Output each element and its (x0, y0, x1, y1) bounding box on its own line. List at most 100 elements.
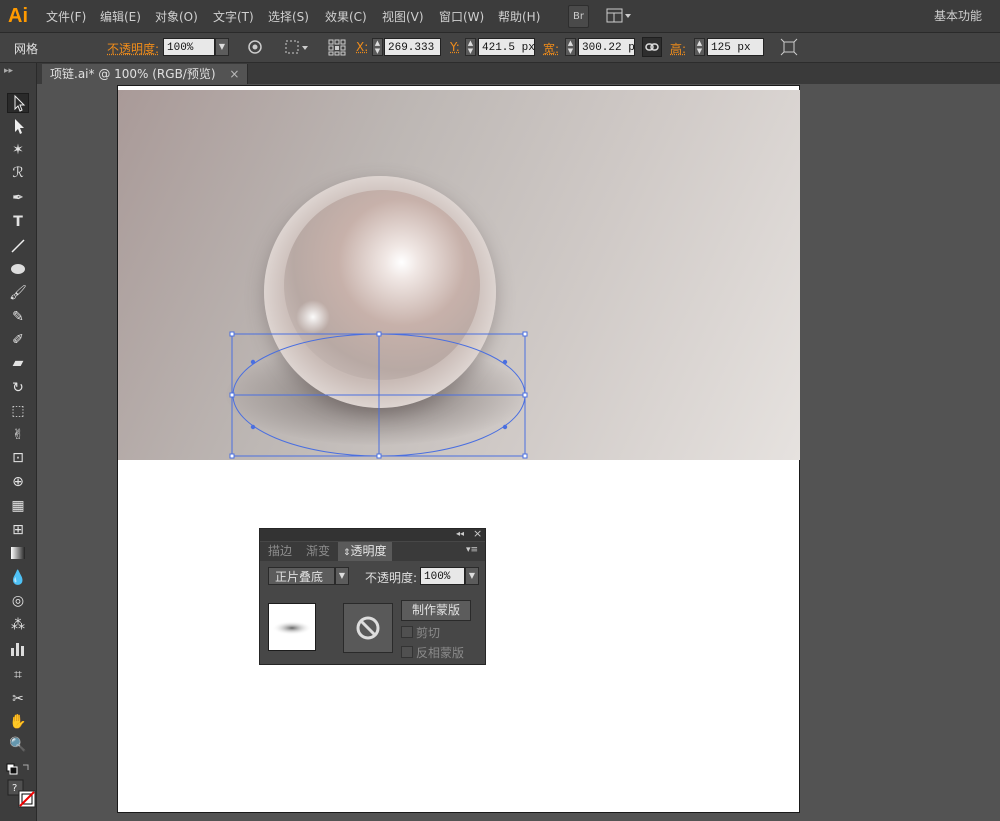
paintbrush-tool[interactable]: 🖌 (7, 283, 29, 303)
selection-tool[interactable] (7, 93, 29, 113)
handle-top (376, 331, 382, 337)
tab-transparency[interactable]: ⇕透明度 (338, 542, 392, 561)
app-logo: Ai (0, 0, 36, 32)
width-field[interactable]: 300.22 p: (578, 38, 635, 56)
close-icon[interactable]: × (229, 67, 239, 81)
clip-checkbox[interactable] (401, 626, 413, 638)
document-tab[interactable]: 项链.ai* @ 100% (RGB/预览) × (42, 64, 249, 84)
menu-effect[interactable]: 效果(C) (325, 8, 367, 25)
column-graph-tool[interactable] (7, 640, 29, 660)
blend-icon: ◎ (11, 593, 25, 609)
mesh-icon: ⊞ (12, 522, 24, 538)
menu-window[interactable]: 窗口(W) (439, 8, 484, 25)
menu-view[interactable]: 视图(V) (382, 8, 424, 25)
lasso-tool[interactable]: ℛ (7, 163, 29, 183)
warp-tool[interactable]: ✌ (7, 425, 29, 445)
artboard-tool[interactable]: ⌗ (7, 665, 29, 685)
free-transform-tool[interactable]: ⊡ (7, 448, 29, 468)
pearl-highlight (296, 300, 330, 334)
column-graph-icon (11, 643, 24, 656)
blend-mode-select[interactable]: 正片叠底 (268, 567, 335, 585)
handle-top-right (522, 331, 528, 337)
perspective-grid-tool[interactable]: ▦ (7, 496, 29, 516)
slice-tool[interactable]: ✂ (7, 689, 29, 709)
handle-bottom (376, 453, 382, 459)
perspective-grid-icon: ▦ (11, 498, 25, 514)
pen-tool[interactable]: ✒ (7, 188, 29, 208)
transform-button[interactable] (780, 38, 798, 56)
invert-mask-checkbox[interactable] (401, 646, 413, 658)
lasso-icon: ℛ (12, 165, 24, 181)
scale-icon: ⬚ (11, 403, 25, 419)
symbol-sprayer-tool[interactable]: ⁂ (7, 615, 29, 635)
tools-collapse-icon[interactable]: ▸▸ (4, 66, 13, 76)
mesh-tool[interactable]: ⊞ (7, 520, 29, 540)
constrain-proportions-button[interactable] (642, 37, 662, 57)
blend-mode-dropdown[interactable]: ▼ (335, 567, 349, 585)
type-tool[interactable]: T (7, 212, 29, 232)
direct-arrow-icon (15, 119, 24, 134)
selection-style-button[interactable] (284, 38, 310, 56)
panel-header[interactable] (260, 529, 485, 541)
line-tool[interactable] (7, 237, 29, 257)
height-stepper[interactable]: ▲ ▼ (694, 38, 705, 56)
line-icon (11, 239, 25, 253)
y-label: Y: (450, 40, 460, 54)
opacity-label[interactable]: 不透明度: (107, 40, 159, 57)
workspace-switcher[interactable]: 基本功能 (934, 7, 982, 24)
recolor-icon (248, 40, 262, 54)
direct-selection-tool[interactable] (7, 117, 29, 137)
y-field[interactable]: 421.5 px (478, 38, 535, 56)
default-colors-button[interactable] (5, 762, 31, 776)
scale-tool[interactable]: ⬚ (7, 401, 29, 421)
mask-thumbnail[interactable] (343, 603, 393, 653)
tab-stroke[interactable]: 描边 (263, 542, 297, 561)
rotate-tool[interactable]: ↻ (7, 378, 29, 398)
arrow-icon (14, 94, 26, 112)
pencil-tool[interactable]: ✎ (7, 307, 29, 327)
handle-bottom-left (229, 453, 235, 459)
shape-builder-tool[interactable]: ⊕ (7, 472, 29, 492)
gradient-tool[interactable] (7, 544, 29, 564)
menu-select[interactable]: 选择(S) (268, 8, 309, 25)
panel-close-button[interactable]: × (473, 527, 482, 540)
panel-menu-button[interactable]: ▾≡ (466, 545, 478, 555)
fill-stroke-swatches[interactable]: ? (7, 779, 37, 809)
opacity-field[interactable]: 100% (163, 38, 215, 56)
selection-bounding-box[interactable] (228, 330, 530, 460)
object-thumbnail[interactable] (268, 603, 316, 651)
blob-brush-tool[interactable]: ✐ (7, 330, 29, 350)
menu-type[interactable]: 文字(T) (213, 8, 254, 25)
hand-tool[interactable]: ✋ (7, 712, 29, 732)
arrange-documents-button[interactable] (606, 8, 632, 24)
reference-point-button[interactable] (327, 38, 347, 56)
y-stepper[interactable]: ▲ ▼ (465, 38, 476, 56)
bridge-button[interactable]: Br (568, 5, 589, 28)
opacity-dropdown[interactable]: ▼ (215, 38, 229, 56)
eyedropper-tool[interactable]: 💧 (7, 568, 29, 588)
handle-bottom-right (522, 453, 528, 459)
rotate-icon: ↻ (12, 380, 24, 396)
ellipse-tool[interactable] (7, 260, 29, 280)
menu-help[interactable]: 帮助(H) (498, 8, 540, 25)
tab-transparency-label: 透明度 (350, 544, 387, 558)
panel-opacity-dropdown[interactable]: ▼ (465, 567, 479, 585)
height-field[interactable]: 125 px (707, 38, 764, 56)
width-stepper[interactable]: ▲ ▼ (565, 38, 576, 56)
menu-file[interactable]: 文件(F) (46, 8, 86, 25)
blend-tool[interactable]: ◎ (7, 591, 29, 611)
pencil-icon: ✎ (12, 309, 24, 325)
make-mask-button[interactable]: 制作蒙版 (401, 600, 471, 621)
recolor-button[interactable] (247, 39, 263, 55)
tab-gradient[interactable]: 渐变 (301, 542, 335, 561)
x-field[interactable]: 269.333 : (384, 38, 441, 56)
panel-opacity-field[interactable]: 100% (420, 567, 465, 585)
panel-collapse-button[interactable]: ◂◂ (456, 529, 464, 538)
magic-wand-tool[interactable]: ✶ (7, 140, 29, 160)
zoom-tool[interactable]: 🔍 (7, 735, 29, 755)
menu-edit[interactable]: 编辑(E) (100, 8, 141, 25)
reference-point-icon (328, 39, 346, 56)
x-stepper[interactable]: ▲ ▼ (372, 38, 383, 56)
menu-object[interactable]: 对象(O) (155, 8, 198, 25)
eraser-tool[interactable]: ▰ (7, 353, 29, 373)
